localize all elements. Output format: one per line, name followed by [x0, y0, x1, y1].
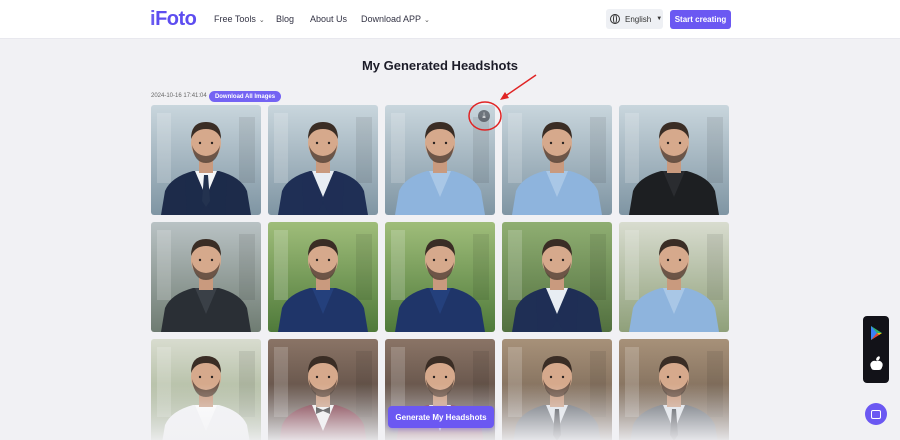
nav-blog[interactable]: Blog: [276, 14, 294, 24]
generate-headshots-button[interactable]: Generate My Headshots: [388, 406, 494, 428]
headshot-image[interactable]: [151, 105, 261, 215]
download-icon[interactable]: ⤓: [478, 110, 490, 122]
nav-free-tools[interactable]: Free Tools ⌄: [214, 14, 265, 24]
download-all-button[interactable]: Download All Images: [209, 91, 281, 102]
headshot-image[interactable]: [151, 222, 261, 332]
chat-icon[interactable]: [865, 403, 887, 425]
headshot-image[interactable]: [385, 105, 495, 215]
headshot-image[interactable]: [502, 105, 612, 215]
annotation-arrow-line: [503, 74, 537, 98]
language-selector[interactable]: English ▼: [606, 9, 663, 29]
headshot-image[interactable]: [268, 339, 378, 440]
ifoto-logo[interactable]: iFoto: [150, 8, 197, 31]
headshot-image[interactable]: [385, 222, 495, 332]
generation-timestamp: 2024-10-16 17:41:04: [151, 93, 207, 99]
annotation-arrow-head: [500, 92, 509, 100]
chevron-down-icon: ⌄: [258, 17, 265, 24]
nav-download-app[interactable]: Download APP ⌄: [361, 14, 430, 24]
headshot-image[interactable]: [268, 222, 378, 332]
headshot-image[interactable]: [151, 339, 261, 440]
google-play-icon[interactable]: [871, 326, 882, 340]
apple-icon[interactable]: [870, 356, 883, 370]
headshot-image[interactable]: [502, 339, 612, 440]
headshot-grid: [151, 105, 729, 440]
headshot-image[interactable]: [268, 105, 378, 215]
top-nav: iFoto Free Tools ⌄ Blog About Us Download…: [0, 0, 900, 39]
start-creating-button[interactable]: Start creating: [670, 10, 731, 29]
nav-about-us[interactable]: About Us: [310, 14, 347, 24]
globe-icon: [610, 14, 620, 24]
headshot-image[interactable]: [619, 339, 729, 440]
headshot-image[interactable]: [619, 222, 729, 332]
caret-down-icon: ▼: [656, 16, 663, 22]
headshot-image[interactable]: [619, 105, 729, 215]
headshot-image[interactable]: [502, 222, 612, 332]
app-store-links: [863, 316, 889, 383]
chevron-down-icon: ⌄: [424, 17, 430, 24]
page-title: My Generated Headshots: [361, 58, 519, 73]
